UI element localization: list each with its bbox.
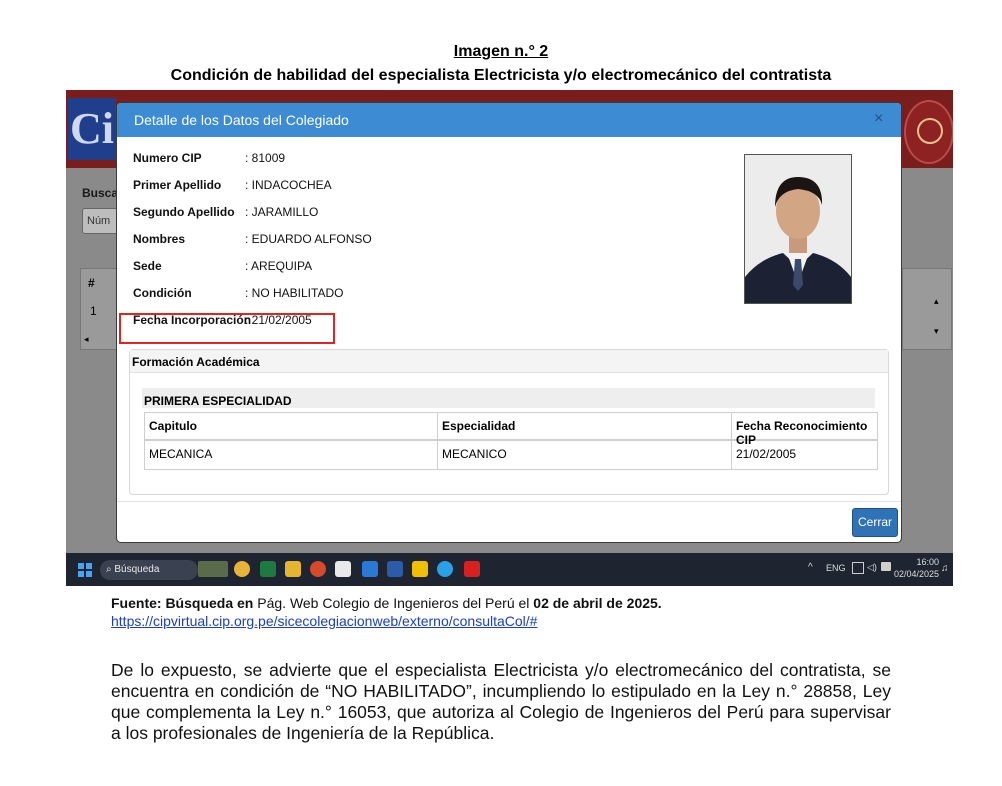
modal-footer-divider [117, 501, 901, 502]
windows-start-icon[interactable] [78, 563, 92, 577]
powerpoint-icon[interactable] [310, 561, 326, 577]
formacion-academica-panel: Formación Académica PRIMERA ESPECIALIDAD… [129, 349, 889, 495]
background-table-right [902, 268, 952, 350]
background-table-header: # [88, 276, 95, 290]
column-header-fecha: Fecha Reconocimiento CIP [736, 419, 868, 447]
scroll-down-icon[interactable]: ▾ [934, 326, 939, 337]
chrome-icon[interactable] [234, 561, 250, 577]
field-label-segundo-apellido: Segundo Apellido [133, 205, 235, 219]
tray-language[interactable]: ENG [826, 563, 846, 573]
scroll-left-icon[interactable]: ◂ [84, 334, 89, 345]
source-date: 02 de abril de 2025. [533, 595, 662, 611]
taskbar-search-label: Búsqueda [114, 564, 160, 575]
edge-icon[interactable] [437, 561, 453, 577]
column-header-capitulo: Capitulo [149, 419, 197, 433]
colegiado-detail-modal: Detalle de los Datos del Colegiado × Num… [116, 102, 902, 543]
formacion-title: Formación Académica [132, 355, 260, 369]
table-cell-capitulo: MECANICA [149, 447, 213, 461]
field-value-nombres: : EDUARDO ALFONSO [245, 232, 372, 246]
windows-taskbar: ⌕ Búsqueda ^ ENG ◁) 16:00 02/04/2025 ♫ [66, 553, 953, 586]
source-middle: Pág. Web Colegio de Ingenieros del Perú … [253, 595, 534, 611]
field-label-condicion: Condición [133, 286, 192, 300]
tray-expand-icon[interactable]: ^ [808, 562, 813, 573]
word-icon[interactable] [387, 561, 403, 577]
column-divider [731, 413, 732, 469]
field-label-numero-cip: Numero CIP [133, 151, 202, 165]
source-link[interactable]: https://cipvirtual.cip.org.pe/sicecolegi… [111, 613, 537, 629]
taskbar-search-input[interactable]: ⌕ Búsqueda [100, 560, 198, 580]
file-explorer-icon[interactable] [285, 561, 301, 577]
field-label-nombres: Nombres [133, 232, 186, 246]
colegiado-photo [744, 154, 852, 304]
close-icon[interactable]: × [874, 110, 883, 128]
source-prefix: Fuente: Búsqueda en [111, 595, 254, 611]
image-subtitle: Condición de habilidad del especialista … [170, 67, 832, 84]
background-search-label: Busca [82, 186, 119, 200]
body-paragraph: De lo expuesto, se advierte que el espec… [111, 660, 891, 743]
cip-logo: Ci [68, 98, 116, 160]
battery-icon[interactable] [881, 562, 891, 571]
pdf-reader-icon[interactable] [464, 561, 480, 577]
field-label-primer-apellido: Primer Apellido [133, 178, 222, 192]
source-line: Fuente: Búsqueda en Pág. Web Colegio de … [111, 595, 662, 611]
landscape-widget-icon[interactable] [198, 561, 228, 577]
scroll-up-icon[interactable]: ▴ [934, 296, 939, 307]
table-cell-especialidad: MECANICO [442, 447, 507, 461]
cip-seal-icon [904, 100, 953, 164]
volume-icon[interactable]: ◁) [867, 562, 877, 573]
column-header-especialidad: Especialidad [442, 419, 516, 433]
especialidad-title: PRIMERA ESPECIALIDAD [144, 394, 292, 408]
field-value-sede: : AREQUIPA [245, 259, 313, 273]
outlook-icon[interactable] [362, 561, 378, 577]
background-table-row: 1 [90, 304, 97, 318]
cerrar-button[interactable]: Cerrar [852, 508, 898, 537]
field-value-segundo-apellido: : JARAMILLO [245, 205, 319, 219]
notification-icon[interactable]: ♫ [941, 563, 949, 574]
person-portrait-icon [745, 155, 851, 303]
image-title: Imagen n.° 2 [453, 43, 549, 60]
embedded-screenshot: Ci Busca Núm # 1 ◂ ▴ ▾ Detalle de los Da… [66, 90, 953, 586]
field-value-numero-cip: : 81009 [245, 151, 286, 165]
excel-icon[interactable] [260, 561, 276, 577]
tray-display-icon[interactable] [852, 562, 864, 574]
column-divider [437, 413, 438, 469]
field-value-condicion: : NO HABILITADO [245, 286, 344, 300]
field-label-sede: Sede [133, 259, 162, 273]
tray-time[interactable]: 16:00 [899, 557, 939, 567]
especialidad-table: Capitulo Especialidad Fecha Reconocimien… [144, 412, 878, 470]
field-value-primer-apellido: : INDACOCHEA [245, 178, 332, 192]
drive-icon[interactable] [412, 561, 428, 577]
highlight-box [119, 313, 335, 344]
table-cell-fecha: 21/02/2005 [736, 447, 797, 461]
tray-date[interactable]: 02/04/2025 [892, 569, 939, 579]
modal-title: Detalle de los Datos del Colegiado [134, 112, 349, 128]
calendar-icon[interactable] [335, 561, 351, 577]
